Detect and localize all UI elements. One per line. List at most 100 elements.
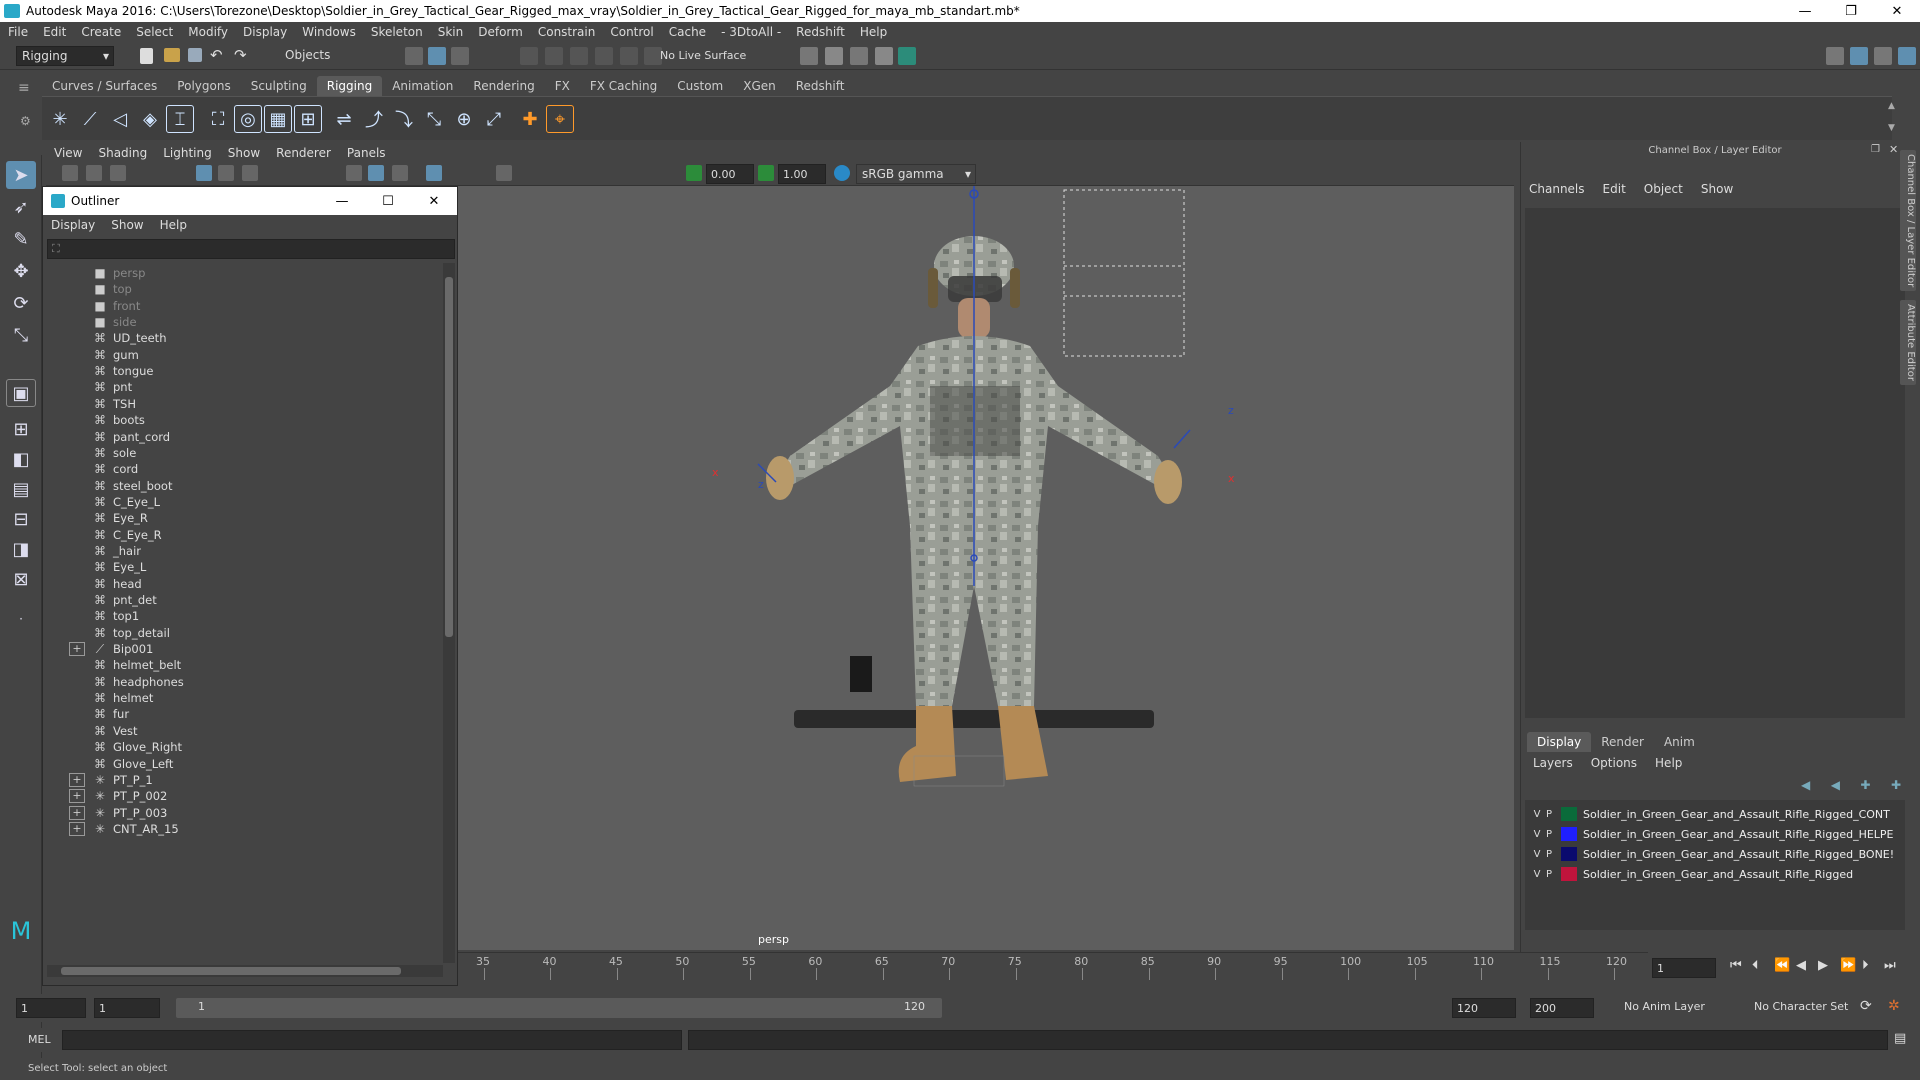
shelf-tab-sculpting[interactable]: Sculpting	[241, 76, 317, 96]
joint-gizmos[interactable]	[757, 186, 1191, 586]
perspective-outliner-layout-icon[interactable]: ◧	[6, 445, 36, 473]
exposure-field[interactable]	[706, 164, 754, 184]
selection-mode-dropdown[interactable]: Objects	[280, 46, 380, 66]
layer-name[interactable]: Soldier_in_Green_Gear_and_Assault_Rifle_…	[1583, 828, 1894, 841]
outliner-close-button[interactable]: ✕	[411, 194, 457, 209]
lattice-icon[interactable]: ▦	[264, 105, 292, 133]
menu-control[interactable]: Control	[610, 25, 653, 39]
xray-icon[interactable]	[426, 165, 442, 181]
layer-row[interactable]: V P Soldier_in_Green_Gear_and_Assault_Rifl…	[1525, 804, 1905, 824]
menu-help[interactable]: Help	[860, 25, 887, 39]
layer-color-swatch[interactable]	[1561, 847, 1577, 861]
channel-menu-edit[interactable]: Edit	[1603, 182, 1626, 196]
outliner-scroll-thumb[interactable]	[445, 277, 453, 637]
color-management-icon[interactable]	[834, 165, 850, 181]
panel-menu-lighting[interactable]: Lighting	[163, 146, 212, 160]
scene-end-field[interactable]	[1530, 998, 1594, 1018]
menu-skeleton[interactable]: Skeleton	[371, 25, 423, 39]
menu-3dtoall[interactable]: - 3DtoAll -	[721, 25, 781, 39]
glove-left-mesh[interactable]	[766, 456, 794, 500]
layer-visibility-toggle[interactable]: V	[1531, 869, 1543, 880]
menu-edit[interactable]: Edit	[43, 25, 66, 39]
anim-layer-dropdown[interactable]: No Anim Layer	[1624, 1000, 1705, 1013]
restore-button[interactable]: ❐	[1828, 4, 1874, 19]
resolution-gate-icon[interactable]	[242, 165, 258, 181]
new-scene-icon[interactable]	[140, 48, 153, 64]
script-editor-icon[interactable]: ▤	[1894, 1031, 1906, 1046]
panel-menu-show[interactable]: Show	[228, 146, 260, 160]
shelf-menu-icon[interactable]: ≡	[18, 80, 30, 96]
layer-playback-toggle[interactable]: P	[1543, 809, 1555, 820]
layer-name[interactable]: Soldier_in_Green_Gear_and_Assault_Rifle_…	[1583, 848, 1894, 861]
menu-create[interactable]: Create	[81, 25, 121, 39]
outliner-layout-icon[interactable]: ◨	[6, 535, 36, 563]
locator-icon[interactable]: ✚	[516, 105, 544, 133]
outliner-menu-show[interactable]: Show	[111, 218, 143, 232]
outliner-vertical-scrollbar[interactable]	[443, 263, 455, 963]
menu-skin[interactable]: Skin	[438, 25, 464, 39]
shelf-tab-animation[interactable]: Animation	[382, 76, 463, 96]
open-scene-icon[interactable]	[164, 48, 180, 62]
save-scene-icon[interactable]	[188, 48, 202, 62]
menu-constrain[interactable]: Constrain	[538, 25, 596, 39]
grid-toggle-icon[interactable]	[196, 165, 212, 181]
panel-menu-renderer[interactable]: Renderer	[276, 146, 331, 160]
shelf-tab-fx-caching[interactable]: FX Caching	[580, 76, 667, 96]
layer-color-swatch[interactable]	[1561, 807, 1577, 821]
expand-icon[interactable]: +	[69, 772, 85, 787]
insert-joint-icon[interactable]: ⟋	[76, 105, 104, 133]
outliner-hscroll-thumb[interactable]	[61, 967, 401, 975]
camera-attributes-icon[interactable]	[86, 165, 102, 181]
modeling-toolkit-icon[interactable]	[1826, 47, 1844, 65]
float-panel-icon[interactable]: ❐	[1871, 144, 1880, 155]
channel-menu-show[interactable]: Show	[1701, 182, 1733, 196]
camera-select-icon[interactable]	[62, 165, 78, 181]
animation-preferences-icon[interactable]: ✲	[1888, 998, 1900, 1014]
move-layer-down-icon[interactable]: ◀	[1831, 778, 1840, 794]
aim-constraint-icon[interactable]: ⊕	[450, 105, 478, 133]
select-tool-icon[interactable]: ➤	[6, 161, 36, 189]
shelf-tab-redshift[interactable]: Redshift	[786, 76, 855, 96]
smooth-shade-icon[interactable]	[368, 165, 384, 181]
move-tool-icon[interactable]: ✥	[6, 257, 36, 285]
render-view-icon[interactable]	[800, 47, 818, 65]
shelf-scroll-up-icon[interactable]: ▲	[1888, 101, 1895, 111]
layer-row[interactable]: V P Soldier_in_Green_Gear_and_Assault_Rifl…	[1525, 844, 1905, 864]
snap-surface-icon[interactable]	[620, 47, 638, 65]
step-back-frame-icon[interactable]: ⏪	[1774, 958, 1790, 973]
ipr-render-icon[interactable]	[850, 47, 868, 65]
rifle-scope-mesh[interactable]	[850, 656, 872, 692]
snap-view-icon[interactable]	[595, 47, 613, 65]
layer-playback-toggle[interactable]: P	[1543, 849, 1555, 860]
single-perspective-layout-icon[interactable]: ▣	[6, 379, 36, 407]
bind-skin-icon[interactable]: ⛶	[204, 105, 232, 133]
shelf-scroll-down-icon[interactable]: ▼	[1888, 123, 1895, 133]
outliner-item[interactable]: + ✳ CNT_AR_15	[47, 819, 437, 839]
render-frame-icon[interactable]	[825, 47, 843, 65]
step-forward-frame-icon[interactable]: ⏩	[1840, 958, 1856, 973]
gamma-field[interactable]	[778, 164, 826, 184]
layer-visibility-toggle[interactable]: V	[1531, 829, 1543, 840]
auto-key-icon[interactable]: ⟳	[1860, 998, 1872, 1014]
perspective-graph-layout-icon[interactable]: ▤	[6, 475, 36, 503]
mirror-joint-icon[interactable]: ◁	[106, 105, 134, 133]
layer-color-swatch[interactable]	[1561, 867, 1577, 881]
menu-display[interactable]: Display	[243, 25, 287, 39]
channel-menu-channels[interactable]: Channels	[1529, 182, 1585, 196]
mel-input[interactable]	[62, 1030, 682, 1050]
character-set-dropdown[interactable]: No Character Set	[1754, 1000, 1848, 1013]
exposure-icon[interactable]	[686, 165, 702, 181]
select-hierarchy-icon[interactable]	[405, 47, 423, 65]
bookmark-icon[interactable]	[110, 165, 126, 181]
undo-icon[interactable]: ↶	[210, 46, 223, 64]
shelf-tab-custom[interactable]: Custom	[667, 76, 733, 96]
layer-name[interactable]: Soldier_in_Green_Gear_and_Assault_Rifle_…	[1583, 868, 1853, 881]
expand-icon[interactable]: +	[69, 642, 85, 657]
play-forward-icon[interactable]: ▶	[1818, 958, 1828, 973]
layer-menu-help[interactable]: Help	[1655, 756, 1682, 770]
select-object-icon[interactable]	[428, 47, 446, 65]
attribute-editor-side-tab[interactable]: Attribute Editor	[1900, 300, 1916, 385]
time-slider[interactable]: 35 40 45 50 55 60 65 70 75 80 85 90 95 100 105 110 115 12…	[458, 952, 1648, 984]
scene-start-field[interactable]	[16, 998, 86, 1018]
outliner-menu-display[interactable]: Display	[51, 218, 95, 232]
